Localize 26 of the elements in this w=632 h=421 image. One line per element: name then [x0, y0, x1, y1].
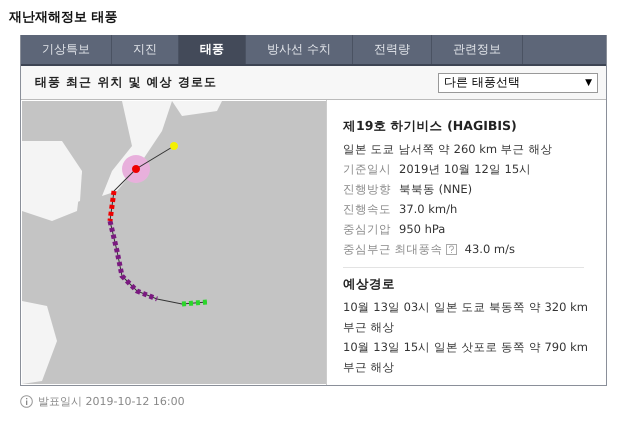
forecast-item: 10월 13일 15시 일본 삿포로 동쪽 약 790 km 부근 해상	[343, 339, 589, 376]
detail-label: 중심부근 최대풍속	[343, 241, 443, 258]
forecast-item: 10월 13일 03시 일본 도쿄 북동쪽 약 320 km 부근 해상	[343, 299, 589, 336]
help-icon[interactable]	[446, 244, 457, 254]
typhoon-select[interactable]: 다른 태풍선택 ▼	[438, 72, 598, 92]
tab[interactable]: 관련정보	[432, 35, 523, 64]
typhoon-name: 제19호 하기비스 (HAGIBIS)	[343, 118, 518, 135]
detail-value: 37.0 km/h	[399, 201, 458, 218]
info-icon	[20, 395, 33, 408]
publish-time: 발표일시 2019-10-12 16:00	[38, 394, 185, 409]
tab[interactable]: 방사선 수치	[246, 35, 353, 64]
tab[interactable]: 전력량	[352, 35, 432, 64]
detail-value: 북북동 (NNE)	[399, 181, 472, 198]
forecast-title: 예상경로	[343, 276, 396, 293]
tab[interactable]: 태풍	[179, 35, 246, 64]
detail-value: 950 hPa	[399, 221, 446, 238]
detail-label: 기준일시	[343, 161, 391, 178]
detail-label: 중심기압	[343, 221, 391, 238]
detail-label: 진행속도	[343, 201, 391, 218]
typhoon-location: 일본 도쿄 남서쪽 약 260 km 부근 해상	[343, 141, 554, 158]
detail-label: 진행방향	[343, 181, 391, 198]
tab[interactable]: 기상특보	[21, 35, 112, 64]
section-title: 태풍 최근 위치 및 예상 경로도	[35, 74, 217, 91]
detail-value: 43.0 m/s	[464, 241, 515, 258]
page-title: 재난재해정보 태풍	[9, 9, 119, 27]
detail-value: 2019년 10월 12일 15시	[399, 161, 532, 178]
